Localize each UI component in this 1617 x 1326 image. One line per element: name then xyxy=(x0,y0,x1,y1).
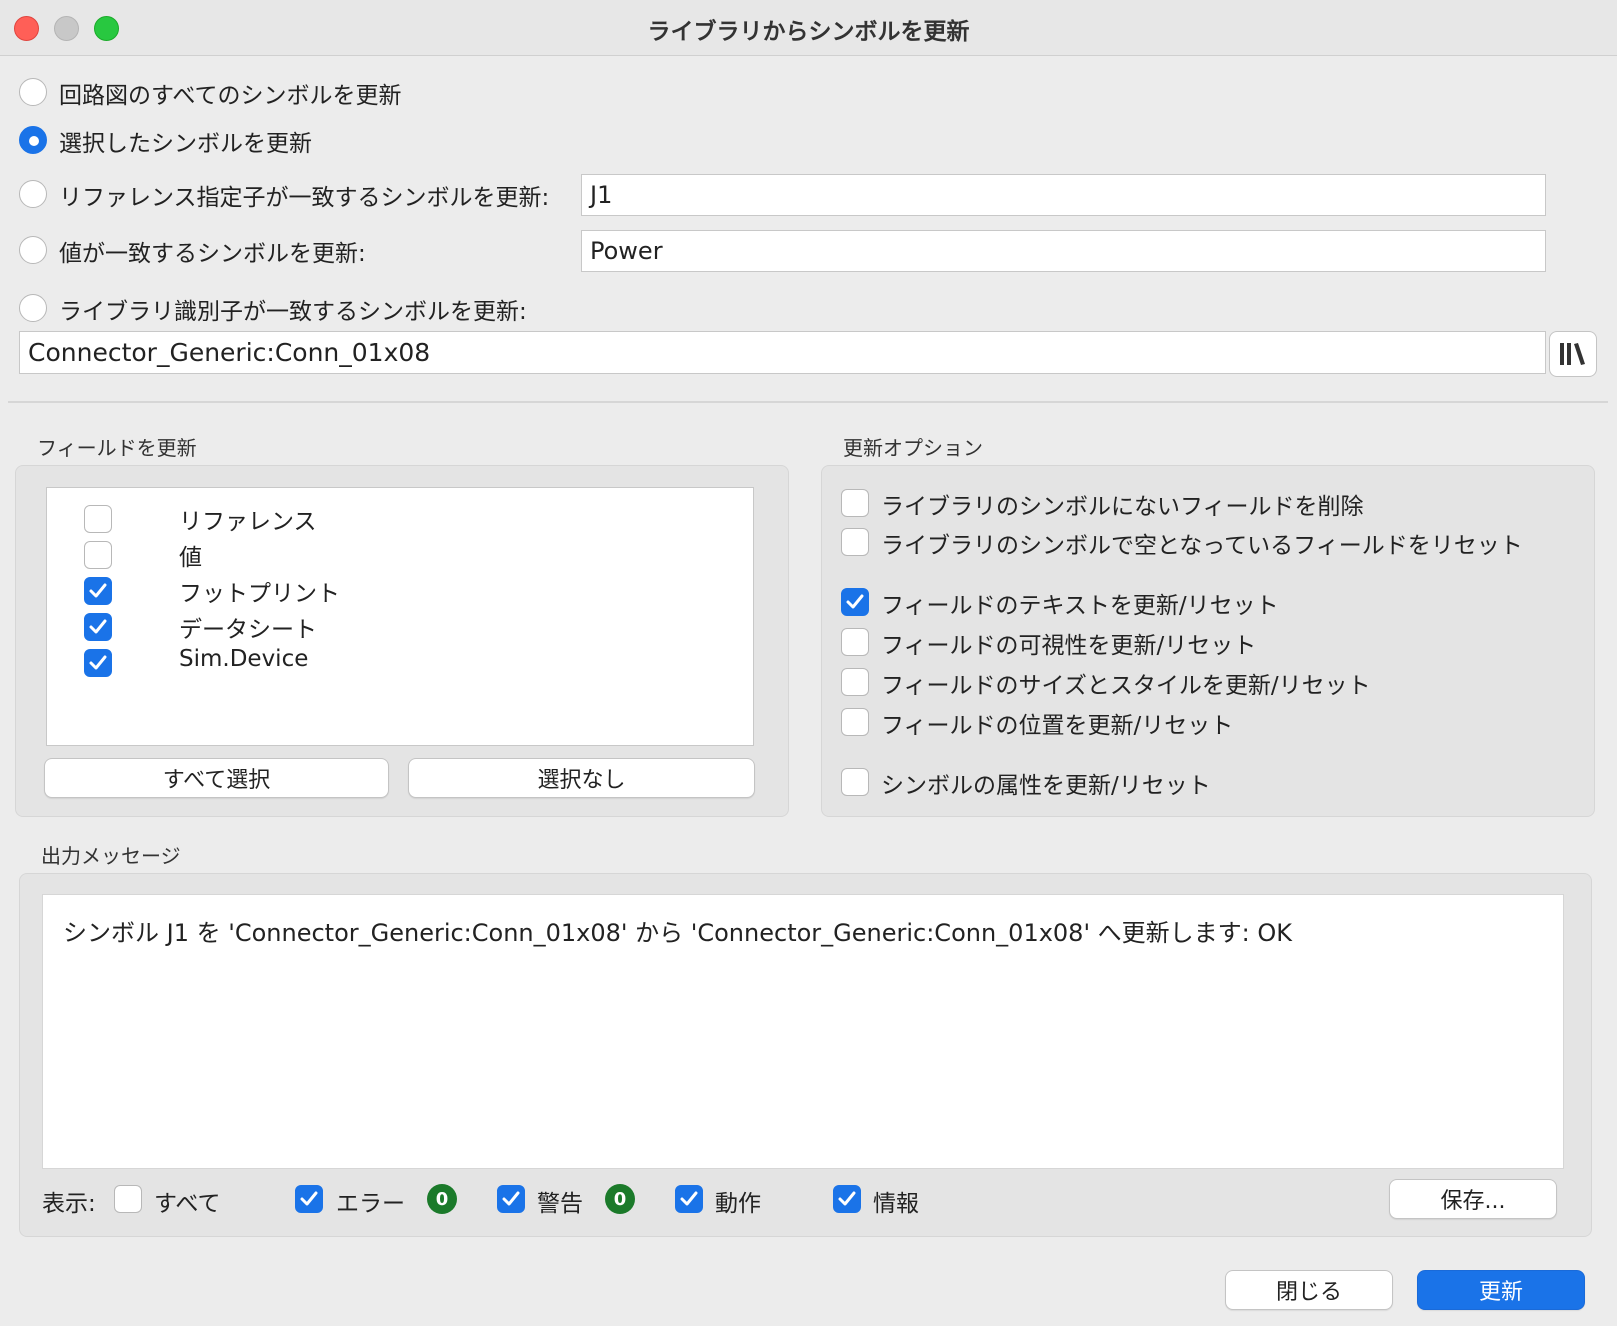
field-label-sim-device: Sim.Device xyxy=(179,646,309,672)
filter-infos-label[interactable]: 情報 xyxy=(873,1184,919,1218)
update-button[interactable]: 更新 xyxy=(1417,1270,1585,1310)
filter-warnings-checkbox[interactable] xyxy=(497,1185,525,1213)
message-panel[interactable]: シンボル J1 を 'Connector_Generic:Conn_01x08'… xyxy=(42,894,1564,1169)
save-messages-button[interactable]: 保存... xyxy=(1389,1179,1557,1219)
field-label-value: 値 xyxy=(179,545,202,571)
option-field-position-checkbox[interactable] xyxy=(841,708,869,736)
option-field-text-label[interactable]: フィールドのテキストを更新/リセット xyxy=(881,586,1279,620)
library-browser-button[interactable] xyxy=(1549,331,1597,377)
filter-errors-checkbox[interactable] xyxy=(295,1185,323,1213)
title-bar: ライブラリからシンボルを更新 xyxy=(0,0,1617,56)
dialog-window: ライブラリからシンボルを更新 回路図のすべてのシンボルを更新 選択したシンボルを… xyxy=(0,0,1617,1326)
field-label-footprint: フットプリント xyxy=(179,581,340,607)
warning-count-badge: 0 xyxy=(605,1184,635,1214)
filter-warnings-label[interactable]: 警告 xyxy=(537,1184,583,1218)
radio-by-lib-id-label[interactable]: ライブラリ識別子が一致するシンボルを更新: xyxy=(59,292,527,326)
radio-selected-symbols-label[interactable]: 選択したシンボルを更新 xyxy=(59,124,312,158)
field-checkbox-datasheet[interactable] xyxy=(84,613,112,641)
option-remove-extra-fields-checkbox[interactable] xyxy=(841,489,869,517)
field-checkbox-footprint[interactable] xyxy=(84,577,112,605)
checkmark-icon xyxy=(838,1191,856,1206)
error-count-badge: 0 xyxy=(427,1184,457,1214)
checkmark-icon xyxy=(300,1191,318,1206)
fields-listbox[interactable]: リファレンス 値 フットプリント データシート Sim.Device xyxy=(46,487,754,746)
library-books-icon xyxy=(1560,343,1585,365)
filter-actions-checkbox[interactable] xyxy=(675,1185,703,1213)
field-label-reference: リファレンス xyxy=(179,509,317,535)
field-checkbox-reference[interactable] xyxy=(84,505,112,533)
radio-by-lib-id[interactable] xyxy=(19,294,47,322)
section-divider xyxy=(8,401,1608,403)
filter-errors-label[interactable]: エラー xyxy=(336,1184,405,1218)
checkmark-icon xyxy=(502,1191,520,1206)
option-remove-extra-fields-label[interactable]: ライブラリのシンボルにないフィールドを削除 xyxy=(881,487,1364,521)
option-field-text-checkbox[interactable] xyxy=(841,588,869,616)
option-reset-empty-fields-label[interactable]: ライブラリのシンボルで空となっているフィールドをリセット xyxy=(881,526,1523,560)
radio-by-reference-label[interactable]: リファレンス指定子が一致するシンボルを更新: xyxy=(59,178,549,212)
radio-by-value[interactable] xyxy=(19,236,47,264)
checkmark-icon xyxy=(89,655,107,670)
option-field-position-label[interactable]: フィールドの位置を更新/リセット xyxy=(881,706,1233,740)
checkmark-icon xyxy=(846,594,864,609)
option-symbol-attributes-checkbox[interactable] xyxy=(841,768,869,796)
filter-all-label[interactable]: すべて xyxy=(154,1184,220,1218)
show-filter-label: 表示: xyxy=(42,1191,96,1217)
field-checkbox-sim-device[interactable] xyxy=(84,649,112,677)
fields-group-title: フィールドを更新 xyxy=(37,436,197,460)
lib-id-input[interactable]: Connector_Generic:Conn_01x08 xyxy=(19,331,1546,374)
option-field-size-style-checkbox[interactable] xyxy=(841,668,869,696)
filter-all-checkbox[interactable] xyxy=(114,1185,142,1213)
field-checkbox-value[interactable] xyxy=(84,541,112,569)
select-none-button[interactable]: 選択なし xyxy=(408,758,755,798)
radio-by-value-label[interactable]: 値が一致するシンボルを更新: xyxy=(59,234,366,268)
field-label-datasheet: データシート xyxy=(179,617,317,643)
option-field-visibility-label[interactable]: フィールドの可視性を更新/リセット xyxy=(881,626,1256,660)
update-options-title: 更新オプション xyxy=(843,436,983,460)
filter-actions-label[interactable]: 動作 xyxy=(715,1184,761,1218)
option-field-visibility-checkbox[interactable] xyxy=(841,628,869,656)
option-field-size-style-label[interactable]: フィールドのサイズとスタイルを更新/リセット xyxy=(881,666,1371,700)
option-symbol-attributes-label[interactable]: シンボルの属性を更新/リセット xyxy=(881,766,1211,800)
option-reset-empty-fields-checkbox[interactable] xyxy=(841,528,869,556)
value-input[interactable]: Power xyxy=(581,230,1546,272)
output-group-title: 出力メッセージ xyxy=(41,844,181,868)
select-all-button[interactable]: すべて選択 xyxy=(44,758,389,798)
radio-by-reference[interactable] xyxy=(19,180,47,208)
window-title: ライブラリからシンボルを更新 xyxy=(647,19,970,45)
checkmark-icon xyxy=(680,1191,698,1206)
radio-selected-symbols[interactable] xyxy=(19,126,47,154)
filter-infos-checkbox[interactable] xyxy=(833,1185,861,1213)
checkmark-icon xyxy=(89,619,107,634)
close-button[interactable]: 閉じる xyxy=(1225,1270,1393,1310)
message-line: シンボル J1 を 'Connector_Generic:Conn_01x08'… xyxy=(63,919,1293,947)
reference-input[interactable]: J1 xyxy=(581,174,1546,216)
radio-all-symbols[interactable] xyxy=(19,78,47,106)
checkmark-icon xyxy=(89,583,107,598)
radio-all-symbols-label[interactable]: 回路図のすべてのシンボルを更新 xyxy=(59,76,401,110)
